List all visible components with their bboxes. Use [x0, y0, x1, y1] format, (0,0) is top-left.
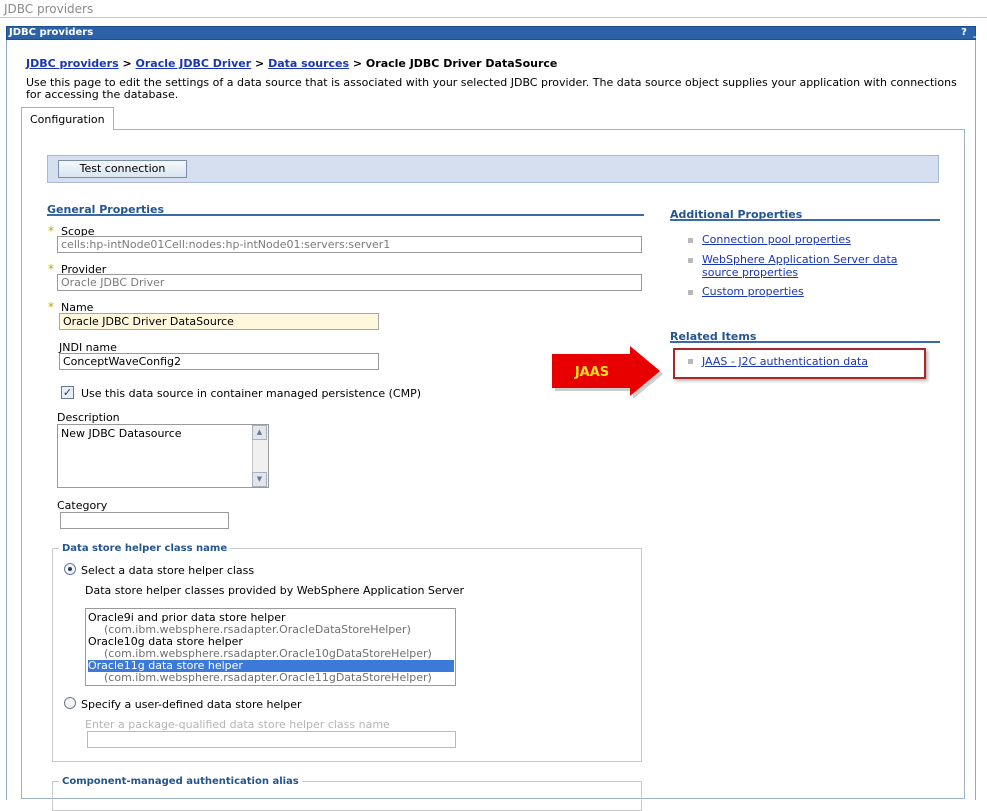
option-package: (com.ibm.websphere.rsadapter.Oracle11gDa… [104, 671, 432, 684]
scope-field: cells:hp-intNode01Cell:nodes:hp-intNode0… [57, 236, 642, 253]
was-datasource-link[interactable]: WebSphere Application Server data [702, 253, 898, 266]
select-helper-label: Select a data store helper class [81, 564, 255, 577]
helper-class-placeholder: Enter a package-qualified data store hel… [85, 718, 390, 731]
specify-helper-label: Specify a user-defined data store helper [81, 698, 302, 711]
breadcrumb-jdbc-providers[interactable]: JDBC providers [26, 57, 119, 70]
cmp-label: Use this data source in container manage… [81, 387, 421, 400]
bullet-icon [688, 258, 693, 263]
jaas-arrow-icon: JAAS [552, 346, 663, 398]
breadcrumb-sep: > [251, 57, 269, 70]
helper-listbox[interactable]: Oracle9i and prior data store helper (co… [85, 608, 456, 686]
description-label: Description [57, 411, 120, 424]
required-mark: * [48, 300, 54, 314]
page-top-title: JDBC providers [4, 2, 94, 16]
breadcrumb-sep: > [118, 57, 136, 70]
portlet-title-bar: JDBC providers ? _ [6, 26, 979, 40]
jndi-name-input[interactable]: ConceptWaveConfig2 [59, 353, 379, 370]
top-divider [0, 17, 987, 18]
breadcrumb-current: Oracle JDBC Driver DataSource [365, 57, 558, 70]
helper-option-oracle10g[interactable]: Oracle10g data store helper (com.ibm.web… [88, 636, 454, 660]
cmp-checkbox[interactable]: ✓ [61, 386, 74, 399]
name-input[interactable]: Oracle JDBC Driver DataSource [59, 313, 379, 330]
required-mark: * [48, 224, 54, 238]
breadcrumb-oracle-jdbc-driver[interactable]: Oracle JDBC Driver [136, 57, 252, 70]
category-input[interactable] [60, 512, 229, 529]
description-textarea[interactable]: New JDBC Datasource [57, 424, 269, 488]
specify-helper-radio[interactable] [64, 697, 76, 709]
bullet-icon [688, 238, 693, 243]
arrow-label: JAAS [574, 365, 609, 380]
provider-field: Oracle JDBC Driver [57, 274, 642, 291]
scroll-down-icon[interactable]: ▼ [252, 472, 267, 487]
portlet-title: JDBC providers [9, 27, 94, 38]
scroll-up-icon[interactable]: ▲ [252, 425, 267, 440]
connection-pool-link[interactable]: Connection pool properties [702, 233, 851, 246]
tab-configuration[interactable]: Configuration [21, 107, 114, 130]
provided-helpers-label: Data store helper classes provided by We… [85, 584, 464, 597]
related-items-rule [670, 341, 940, 343]
helper-legend: Data store helper class name [59, 543, 231, 554]
helper-option-oracle9i[interactable]: Oracle9i and prior data store helper (co… [88, 612, 454, 636]
page-description: Use this page to edit the settings of a … [26, 76, 957, 101]
select-helper-radio[interactable] [64, 563, 76, 575]
description-value: New JDBC Datasource [61, 427, 182, 440]
helper-option-oracle11g[interactable]: Oracle11g data store helper (com.ibm.web… [88, 660, 454, 684]
help-button[interactable]: ? [958, 27, 970, 39]
category-label: Category [57, 499, 108, 512]
helper-class-input[interactable] [87, 731, 456, 748]
auth-legend: Component-managed authentication alias [59, 776, 302, 787]
minimize-button[interactable]: _ [970, 27, 982, 39]
bullet-icon [688, 359, 693, 364]
breadcrumb: JDBC providers > Oracle JDBC Driver > Da… [26, 57, 557, 70]
breadcrumb-sep: > [349, 57, 366, 70]
custom-properties-link[interactable]: Custom properties [702, 285, 804, 298]
bullet-icon [688, 290, 693, 295]
jaas-j2c-auth-link[interactable]: JAAS - J2C authentication data [702, 355, 868, 368]
was-datasource-link-line2[interactable]: source properties [702, 266, 798, 279]
test-connection-button[interactable]: Test connection [58, 160, 187, 178]
additional-properties-rule [670, 219, 940, 221]
breadcrumb-data-sources[interactable]: Data sources [268, 57, 349, 70]
required-mark: * [48, 262, 54, 276]
general-properties-rule [47, 214, 644, 216]
